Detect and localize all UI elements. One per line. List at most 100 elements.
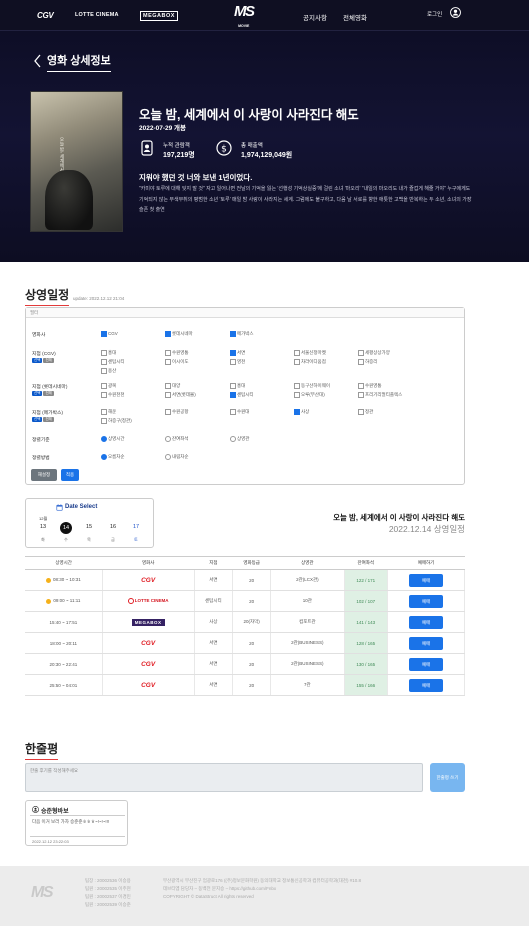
book-button[interactable]: 예매 (409, 636, 444, 650)
reset-button[interactable]: 재설정 (31, 469, 57, 481)
radio-ascending[interactable]: 오름차순 (101, 454, 125, 460)
megabox-logo[interactable]: MEGABOX (140, 11, 178, 21)
checkbox-branch[interactable]: 세평상상가양 (358, 350, 390, 356)
lotte-cinema-logo: LOTTE CINEMA (127, 598, 169, 604)
table-row: 09:00 ~ 11:11 LOTTE CINEMA 센텀시티 20 10관 102 / … (25, 590, 465, 612)
weekday: 수 (64, 537, 68, 542)
checkbox-branch[interactable]: 홍대 (101, 350, 116, 356)
day-14-selected[interactable]: 14 (60, 522, 72, 534)
footer-logo: MS (31, 884, 54, 901)
selected-movie-title: 오늘 밤, 세계에서 이 사랑이 사라진다 해도 (333, 513, 465, 522)
checkbox-branch[interactable]: 영천 (230, 359, 245, 365)
checkbox-branch[interactable]: 대양 (165, 383, 180, 389)
select-tag[interactable]: 선택 (32, 391, 43, 396)
table-row: 20:30 ~ 22:41 CGV 서면 20 2관(BUSINESS) 130 / 16… (25, 653, 465, 675)
login-link[interactable]: 로그인 (427, 10, 442, 18)
nav-notice[interactable]: 공지사항 (303, 12, 327, 22)
table-row: 25:50 ~ 04:01 CGV 서면 20 7관 155 / 166 예매 (25, 674, 465, 696)
checkbox-branch[interactable]: 동구산하이웨이 (294, 383, 330, 389)
book-button[interactable]: 예매 (409, 657, 444, 671)
month-label: 12월 (39, 516, 48, 521)
showtime: 20:30 ~ 22:41 (49, 661, 78, 667)
divider (30, 815, 125, 816)
review-heading: 한줄평 (25, 740, 59, 760)
review-submit-button[interactable]: 한줄평 쓰기 (430, 763, 465, 792)
checkbox-branch[interactable]: 수원영통 (165, 350, 189, 356)
checkbox-branch[interactable]: 차라이디움점 (294, 359, 326, 365)
filter-label-sort-by: 정렬기준 (32, 438, 50, 443)
th-branch: 지점 (194, 556, 233, 570)
checkbox-branch[interactable]: 오루(부산대) (294, 392, 325, 398)
book-button[interactable]: 예매 (409, 594, 444, 608)
audience-label: 누적 관람객 (163, 143, 190, 149)
cgv-logo: CGV (141, 639, 156, 647)
checkbox-branch[interactable]: 서면(롯데몰) (165, 392, 196, 398)
checkbox-branch[interactable]: 정관 (358, 409, 373, 415)
cell-seats: 122 / 171 (344, 569, 389, 591)
day-17[interactable]: 17 (130, 524, 142, 530)
cell-rating: 20 (232, 653, 272, 675)
checkbox-branch[interactable]: 사상 (294, 409, 309, 415)
weekday: 목 (87, 537, 91, 542)
radio-sort-hall[interactable]: 상영관 (230, 436, 249, 442)
weekday: 금 (111, 537, 115, 542)
checkbox-branch[interactable]: 용산 (101, 368, 116, 374)
cell-book: 예매 (387, 569, 465, 591)
filter-header: 필터 (26, 308, 464, 318)
checkbox-branch[interactable]: 하증리 (358, 359, 377, 365)
th-hall: 상영관 (270, 556, 345, 570)
all-tag[interactable]: 전체 (43, 417, 54, 422)
radio-sort-time[interactable]: 상영시간 (101, 436, 125, 442)
review-input[interactable]: 한줄 후기를 작성해주세요 (25, 763, 423, 792)
filter-label-sort-order: 정렬방법 (32, 456, 50, 461)
all-tag[interactable]: 전체 (43, 358, 54, 363)
nav-all-movies[interactable]: 전체영화 (343, 12, 367, 22)
day-15[interactable]: 15 (83, 524, 95, 530)
footer: MS 팀장 : 20002536 이승용 팀원 : 20002535 이주현 팀… (0, 866, 529, 926)
cell-branch: 서면 (194, 653, 234, 675)
day-13[interactable]: 13 (37, 524, 49, 530)
checkbox-megabox[interactable]: 메가박스 (230, 331, 254, 337)
checkbox-branch[interactable]: 센텀시티 (230, 392, 254, 398)
all-tag[interactable]: 전체 (43, 391, 54, 396)
select-tag[interactable]: 선택 (32, 417, 43, 422)
filter-label-cgv: 지점 (CGV) (32, 352, 56, 357)
checkbox-branch[interactable]: 수원대 (230, 409, 249, 415)
table-header-row: 상영시간 영화사 지점 영화등급 상영관 잔여좌석 예매하기 (25, 556, 465, 570)
checkbox-branch[interactable]: 수원천천 (101, 392, 125, 398)
day-16[interactable]: 16 (107, 524, 119, 530)
user-icon[interactable] (450, 7, 461, 18)
checkbox-branch[interactable]: 수원공항 (165, 409, 189, 415)
book-button[interactable]: 예매 (409, 678, 444, 692)
table-row: 08:30 ~ 10:31 CGV 서면 20 2관(LCX관) 122 / 171 예매 (25, 569, 465, 591)
cell-book: 예매 (387, 632, 465, 654)
brand-logo[interactable]: MS MOVIE (234, 4, 255, 34)
chevron-left-icon[interactable] (33, 54, 42, 68)
cgv-logo[interactable]: CGV (37, 11, 54, 20)
lotte-cinema-logo[interactable]: LOTTE CINEMA (75, 12, 119, 18)
showtime: 25:50 ~ 04:01 (49, 682, 78, 688)
select-tag[interactable]: 선택 (32, 358, 43, 363)
radio-sort-seats[interactable]: 잔여좌석 (165, 436, 189, 442)
book-button[interactable]: 예매 (409, 573, 444, 587)
checkbox-branch[interactable]: 수원영통 (358, 383, 382, 389)
checkbox-branch[interactable]: 해운 (101, 409, 116, 415)
checkbox-branch[interactable]: 센텀시티 (101, 359, 125, 365)
showtime: 08:30 ~ 10:31 (53, 577, 81, 583)
cell-hall: 7관 (270, 674, 345, 696)
radio-descending[interactable]: 내림차순 (165, 454, 189, 460)
checkbox-branch[interactable]: 서면 (230, 350, 245, 356)
cell-cinema: MEGABOX (102, 611, 195, 633)
checkbox-branch[interactable]: 서울신정마켓 (294, 350, 326, 356)
checkbox-branch[interactable]: 홍대 (230, 383, 245, 389)
apply-button[interactable]: 적용 (61, 469, 79, 481)
checkbox-cgv[interactable]: CGV (101, 331, 118, 337)
checkbox-branch[interactable]: 광복 (101, 383, 116, 389)
checkbox-lotte[interactable]: 롯데시네마 (165, 331, 193, 337)
book-button[interactable]: 예매 (409, 615, 444, 629)
checkbox-branch[interactable]: 프리기리멀티플렉스 (358, 392, 402, 398)
checkbox-branch[interactable]: 이시이도 (165, 359, 189, 365)
update-timestamp: update: 2022.12.12 21:04 (73, 296, 125, 301)
checkbox-branch[interactable]: 하증구(정관) (101, 418, 132, 424)
cell-rating: 20(자막) (232, 611, 272, 633)
